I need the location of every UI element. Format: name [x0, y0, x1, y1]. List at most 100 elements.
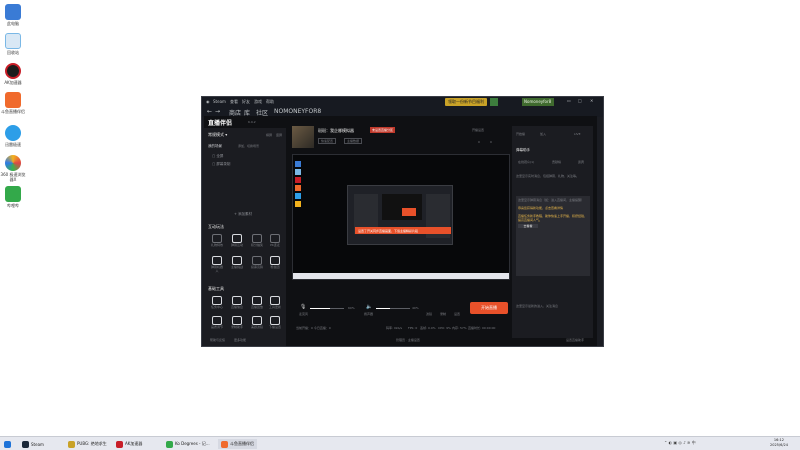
add-source-button[interactable]: + 添加素材: [234, 212, 252, 217]
taskbar-label: 斗鱼直播伴侣: [230, 441, 254, 446]
steam-menu-help[interactable]: 帮助: [266, 99, 274, 105]
more-tools-button[interactable]: 更多功能: [234, 338, 246, 342]
tool-label: 美颜滤镜: [250, 325, 263, 329]
interactive-gift[interactable]: 礼物特效: [210, 234, 224, 247]
interactive-pk[interactable]: PK连麦: [268, 234, 282, 247]
desktop-icon-douyu[interactable]: 斗鱼直播伴侣: [0, 92, 26, 114]
tool-update[interactable]: 工具更新: [268, 296, 282, 309]
tool-info[interactable]: 直播信息: [230, 296, 244, 309]
system-tray[interactable]: ⌃ ◐ ▣ ◎ ♪ ≋ 中: [664, 440, 754, 448]
right-tab-0[interactable]: 开始播: [516, 132, 525, 136]
start-live-button[interactable]: 开始直播: [470, 302, 508, 314]
panel-tab-rank[interactable]: 贡献榜: [552, 160, 561, 164]
panel-tab-viewers[interactable]: 在线观众(1): [518, 160, 534, 164]
status-cpu: CPU: 9%: [438, 326, 451, 330]
maximize-icon[interactable]: □: [578, 98, 582, 103]
desktop-icon-label: 此电脑: [7, 21, 19, 26]
douyu-icon: [221, 440, 228, 448]
record-button[interactable]: 录制: [440, 312, 446, 316]
tool-beauty[interactable]: 美颜滤镜: [250, 316, 264, 329]
desktop-icon-xunlei[interactable]: 迅雷极速: [0, 125, 26, 147]
speaker-icon[interactable]: 🔈: [366, 304, 372, 310]
minimize-icon[interactable]: ▭: [567, 98, 571, 103]
taskbar-item-steam[interactable]: Steam: [22, 439, 44, 449]
tip-highlight[interactable]: 恭喜您获得新功能，点击查看详情: [518, 206, 588, 210]
mic-slider[interactable]: [310, 308, 344, 309]
taskbar: Steam PUBG: 绝地求生 AK加速器 Ko Degrees - 记...…: [0, 436, 800, 450]
desktop-icon-bilibili[interactable]: 哔哩哔: [0, 186, 26, 208]
interactive-lottery[interactable]: 积分抽奖: [250, 234, 264, 247]
toast-notice[interactable]: 设置了开关同步直播画面，下载主播精彩片段: [355, 227, 451, 234]
room-data[interactable]: 主播数据: [344, 138, 363, 144]
mic-icon[interactable]: 🎙: [300, 304, 306, 310]
desktop-icon-computer[interactable]: 此电脑: [0, 4, 26, 26]
interactive-vote[interactable]: 投票竞猜: [250, 256, 264, 269]
monitor-icon: [5, 4, 21, 20]
interactive-challenge[interactable]: 主播挑战: [230, 256, 244, 269]
panel-tab-vip[interactable]: 贵宾: [578, 160, 584, 164]
control-bar: 🎙 麦克风 60% 🔈 扬声器 40% 滤镜 录制 设置 开始直播 当前开播：0…: [292, 296, 510, 336]
steam-user[interactable]: Nomoneyfor8: [522, 98, 554, 106]
source-item-fullscreen[interactable]: ▢ 全屏: [212, 154, 223, 159]
desktop-icon-ak[interactable]: AK加速器: [0, 63, 26, 85]
tool-replay[interactable]: 直播回放: [250, 296, 264, 309]
interactive-label: 投票竞猜: [250, 265, 263, 269]
room-cover[interactable]: [292, 126, 314, 148]
desktop-icon-label: AK加速器: [4, 80, 22, 85]
clock[interactable]: 16:12 2025/6/24: [770, 438, 788, 448]
tool-label: 录制助手: [230, 325, 243, 329]
scene-hint: 添加、切换场景: [238, 144, 260, 148]
announcement-icon[interactable]: [490, 98, 498, 106]
room-quick-config[interactable]: 快速配置: [318, 138, 337, 144]
mode-landscape[interactable]: 横屏: [266, 133, 272, 137]
tool-label: 任务中心: [210, 305, 223, 309]
filter-button[interactable]: 滤镜: [426, 312, 432, 316]
taskbar-item-ak[interactable]: AK加速器: [116, 439, 142, 449]
tip-go-button[interactable]: 去看看: [518, 224, 538, 228]
speaker-label: 扬声器: [364, 312, 374, 316]
tools-title: 基础工具: [208, 286, 224, 291]
room-tag[interactable]: 未设置直播分区: [370, 127, 396, 133]
interactive-label: 粉丝团: [270, 265, 280, 269]
steam-menu-friends[interactable]: 好友: [242, 99, 250, 105]
steam-notice-button[interactable]: 领取一份新节目福利: [445, 98, 487, 106]
ak-icon: [116, 440, 123, 448]
mode-portrait[interactable]: 竖屏: [276, 133, 282, 137]
close-icon[interactable]: ✕: [590, 98, 593, 103]
tool-quality[interactable]: 画质调节: [210, 316, 224, 329]
back-button[interactable]: ←: [207, 108, 212, 115]
start-button[interactable]: [4, 439, 11, 449]
tool-record[interactable]: 录制助手: [230, 316, 244, 329]
status-dropped: 丢帧: 0.0%: [420, 326, 436, 330]
taskbar-item-douyu[interactable]: 斗鱼直播伴侣: [218, 439, 257, 449]
desktop-icon-label: 回收站: [7, 50, 19, 55]
footer-admin[interactable]: 管理员 · 主播设置: [396, 338, 420, 342]
mode-selector[interactable]: 常规模式 ▾: [208, 132, 227, 138]
desktop-icon-recycle-bin[interactable]: 回收站: [0, 33, 26, 55]
footer-help[interactable]: 帮助与反馈: [210, 338, 225, 342]
tool-end[interactable]: 下播设置: [268, 316, 282, 329]
stream-preview[interactable]: 设置了开关同步直播画面，下载主播精彩片段: [292, 154, 510, 280]
nav-profile[interactable]: NOMONEYFOR8: [274, 108, 321, 115]
footer-right[interactable]: 设置直播助手: [566, 338, 584, 342]
room-settings[interactable]: 开播设置: [472, 128, 484, 132]
desktop-icon-360[interactable]: 360 极速浏览器X: [0, 155, 26, 182]
steam-menu-view[interactable]: 查看: [230, 99, 238, 105]
interactive-fans[interactable]: 粉丝团: [268, 256, 282, 269]
tip-bottom: 这里显示最新的进入、关注消息: [516, 304, 559, 308]
scene-group[interactable]: 我的场景: [208, 144, 222, 149]
speaker-slider[interactable]: [376, 308, 410, 309]
taskbar-item-degrees[interactable]: Ko Degrees - 记...: [166, 439, 210, 449]
source-item-screen[interactable]: ▢ 屏幕录制: [212, 162, 230, 167]
room-title[interactable]: 斑斑：我企娜模拟器: [318, 128, 354, 134]
right-tab-2[interactable]: LIVE: [574, 132, 581, 136]
taskbar-item-pubg[interactable]: PUBG: 绝地求生: [68, 439, 107, 449]
settings-button[interactable]: 设置: [454, 312, 460, 316]
right-tab-1[interactable]: 加入: [540, 132, 546, 136]
interactive-robot[interactable]: 弹幕机器人: [210, 256, 224, 273]
cloud-icon: [5, 125, 21, 141]
steam-menu-games[interactable]: 游戏: [254, 99, 262, 105]
interactive-danmu[interactable]: 弹幕互动: [230, 234, 244, 247]
tool-task[interactable]: 任务中心: [210, 296, 224, 309]
forward-button[interactable]: →: [215, 108, 220, 115]
